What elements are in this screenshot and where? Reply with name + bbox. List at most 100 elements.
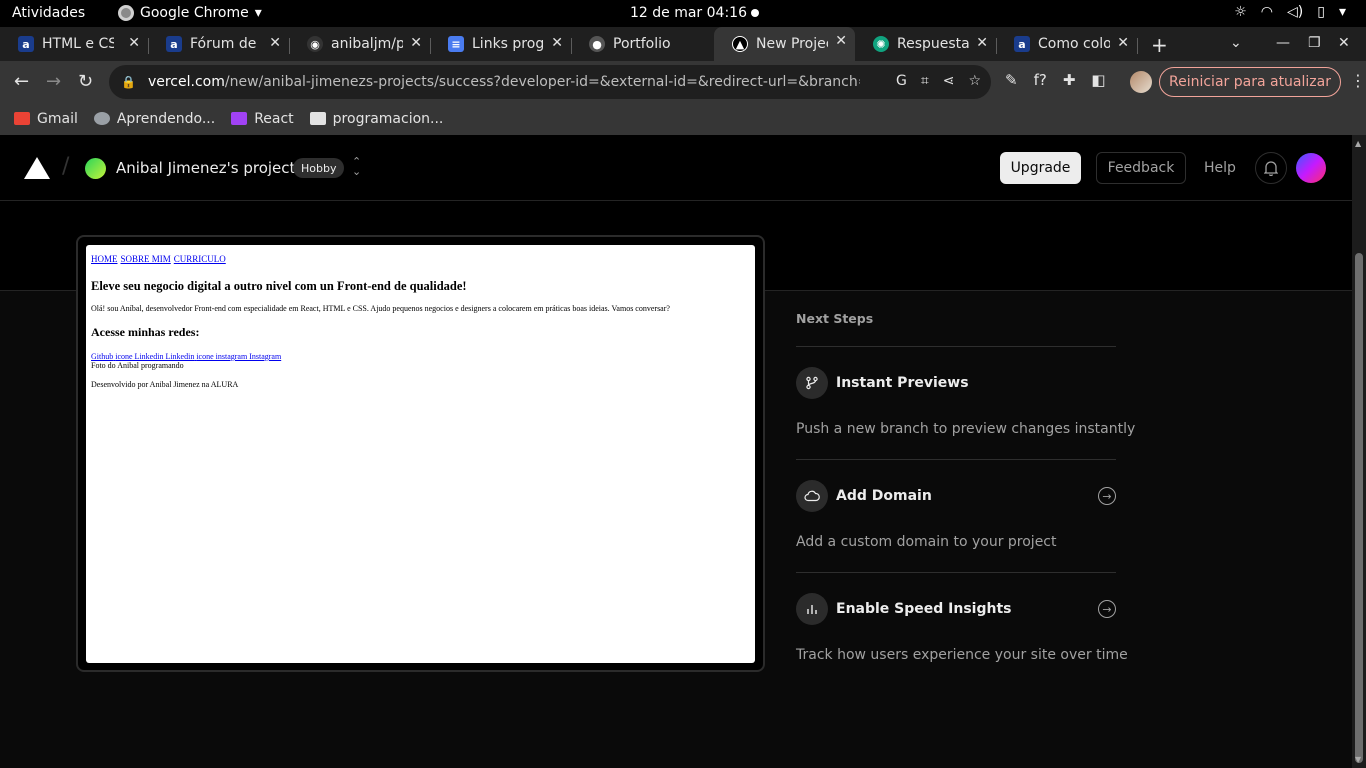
lock-icon[interactable]: 🔒 [121, 75, 136, 89]
notifications-bell-icon[interactable] [1255, 152, 1287, 184]
arrow-right-circle-icon[interactable]: → [1098, 600, 1116, 618]
tab-links-docs[interactable]: ≡ Links programação ✕ [430, 29, 571, 59]
chrome-icon [118, 5, 134, 21]
github-icon: ◉ [307, 36, 323, 52]
preview-nav-curriculo: CURRICULO [173, 254, 226, 264]
share-icon[interactable]: ⋖ [943, 73, 955, 89]
forward-icon[interactable]: → [46, 71, 61, 92]
restart-to-update-button[interactable]: Reiniciar para atualizar [1159, 67, 1341, 97]
close-icon[interactable]: ✕ [835, 33, 847, 49]
preview-link-linkedin: icone Linkedin Linkedin [115, 352, 195, 361]
google-lens-icon[interactable]: G [896, 73, 907, 89]
maximize-icon[interactable]: ❐ [1308, 35, 1321, 51]
tab-new-project[interactable]: ▲ New Project ✕ [714, 27, 855, 61]
toolbar: ← → ↻ 🔒 vercel.com/new/anibal-jimenezs-p… [0, 61, 1366, 102]
system-tray[interactable]: ☼ ◠ ◁) ▯ ▾ [1234, 4, 1346, 20]
git-branch-icon [796, 367, 828, 399]
step-name: Enable Speed Insights [836, 601, 1012, 617]
step-description: Add a custom domain to your project [796, 534, 1057, 550]
extensions-puzzle-icon[interactable]: ✚ [1063, 71, 1076, 89]
tab-como-colocar[interactable]: a Como colocar ✕ [996, 29, 1137, 59]
tab-respuesta[interactable]: ✺ Respuesta ✕ [855, 29, 996, 59]
tab-search-chevron-icon[interactable]: ⌄ [1230, 35, 1242, 51]
preview-link-github: Github [91, 352, 114, 361]
divider-slash: / [62, 154, 70, 179]
chrome-menu-icon[interactable]: ⋮ [1350, 71, 1366, 90]
upgrade-button[interactable]: Upgrade [1000, 152, 1081, 184]
step-add-domain[interactable]: Add Domain → Add a custom domain to your… [796, 460, 1116, 573]
close-window-icon[interactable]: ✕ [1338, 35, 1350, 51]
page-scrollbar[interactable]: ▲ ▼ [1352, 135, 1366, 768]
preview-link-instagram: icone instagram Instagram [196, 352, 282, 361]
folder-icon [309, 112, 326, 125]
new-tab-button[interactable]: + [1151, 33, 1168, 57]
chatgpt-icon: ✺ [873, 36, 889, 52]
bookmark-react[interactable]: React [231, 110, 294, 127]
bookmark-folder-programacion[interactable]: programacion... [309, 111, 443, 127]
tab-github[interactable]: ◉ anibaljm/portfolio ✕ [289, 29, 430, 59]
deployment-preview[interactable]: HOME SOBRE MIM CURRICULO Eleve seu negocio… [76, 235, 765, 672]
scroll-down-icon[interactable]: ▼ [1355, 755, 1361, 764]
tab-html-css[interactable]: a HTML e CSS ✕ [0, 29, 148, 59]
close-icon[interactable]: ✕ [551, 35, 563, 51]
back-icon[interactable]: ← [14, 71, 29, 92]
address-bar[interactable]: 🔒 vercel.com/new/anibal-jimenezs-project… [109, 65, 991, 99]
bookmark-gmail[interactable]: Gmail [14, 111, 78, 127]
close-icon[interactable]: ✕ [269, 35, 281, 51]
side-panel-icon[interactable]: ◧ [1091, 71, 1105, 89]
classroom-icon [231, 112, 248, 125]
preview-intro: Olá! sou Aníbal, desenvolvedor Front-end… [91, 304, 670, 313]
url-text[interactable]: vercel.com/new/anibal-jimenezs-projects/… [148, 74, 860, 90]
next-steps-panel: Next Steps Instant Previews Push a new b… [796, 311, 1135, 686]
discord-icon [93, 112, 110, 125]
team-switcher-icon[interactable]: ⌃ ⌄ [352, 156, 361, 177]
wifi-icon: ◠ [1260, 4, 1274, 20]
chevron-down-icon: ▾ [254, 5, 262, 21]
scrollbar-thumb[interactable] [1355, 253, 1363, 763]
cloud-icon [796, 480, 828, 512]
eyedropper-extension-icon[interactable]: ✎ [1005, 71, 1018, 89]
gmail-icon [14, 112, 30, 125]
step-instant-previews[interactable]: Instant Previews Push a new branch to pr… [796, 347, 1135, 460]
minimize-icon[interactable]: — [1276, 35, 1290, 51]
help-link[interactable]: Help [1204, 160, 1236, 176]
team-name[interactable]: Anibal Jimenez's projects [116, 159, 303, 177]
close-icon[interactable]: ✕ [1117, 35, 1129, 51]
chevron-down-icon: ▾ [1338, 4, 1346, 20]
translate-icon[interactable]: ⌗ [921, 73, 929, 89]
feedback-button[interactable]: Feedback [1096, 152, 1186, 184]
bookmark-star-icon[interactable]: ☆ [968, 73, 981, 89]
user-avatar[interactable] [1296, 153, 1326, 183]
tab-title: New Project [756, 36, 828, 52]
notification-dot-icon [751, 9, 759, 17]
bookmark-label: Gmail [37, 110, 78, 127]
preview-nav-sobre: SOBRE MIM [120, 254, 171, 264]
bookmark-label: React [254, 110, 294, 127]
vercel-logo-icon[interactable] [24, 157, 50, 179]
tab-portfolio[interactable]: ● Portfolio [571, 29, 712, 59]
vercel-header: / Anibal Jimenez's projects Hobby ⌃ ⌄ Upg… [0, 135, 1352, 201]
volume-icon: ◁) [1287, 4, 1304, 20]
tab-forum[interactable]: a Fórum de Dúvidas ✕ [148, 29, 289, 59]
step-speed-insights[interactable]: Enable Speed Insights → Track how users … [796, 573, 1128, 686]
close-icon[interactable]: ✕ [976, 35, 988, 51]
fonts-extension-icon[interactable]: f? [1034, 71, 1047, 89]
app-menu[interactable]: Google Chrome ▾ [118, 5, 262, 21]
scroll-up-icon[interactable]: ▲ [1355, 139, 1361, 148]
step-description: Track how users experience your site ove… [796, 647, 1128, 663]
brightness-icon: ☼ [1234, 4, 1247, 20]
profile-avatar[interactable] [1130, 71, 1152, 93]
vercel-page: / Anibal Jimenez's projects Hobby ⌃ ⌄ Upg… [0, 135, 1352, 768]
activities-button[interactable]: Atividades [12, 5, 85, 21]
step-description: Push a new branch to preview changes ins… [796, 421, 1136, 437]
team-avatar[interactable] [85, 158, 106, 179]
close-icon[interactable]: ✕ [410, 35, 422, 51]
arrow-right-circle-icon[interactable]: → [1098, 487, 1116, 505]
vercel-icon: ▲ [732, 36, 748, 52]
preview-photo-alt: Foto do Anibal programando [91, 361, 184, 370]
clock[interactable]: 12 de mar 04:16 [630, 5, 747, 21]
bookmark-aprendendo[interactable]: Aprendendo... [93, 111, 215, 127]
reload-icon[interactable]: ↻ [78, 71, 93, 92]
close-icon[interactable]: ✕ [128, 35, 140, 51]
app-name: Google Chrome [140, 5, 249, 21]
